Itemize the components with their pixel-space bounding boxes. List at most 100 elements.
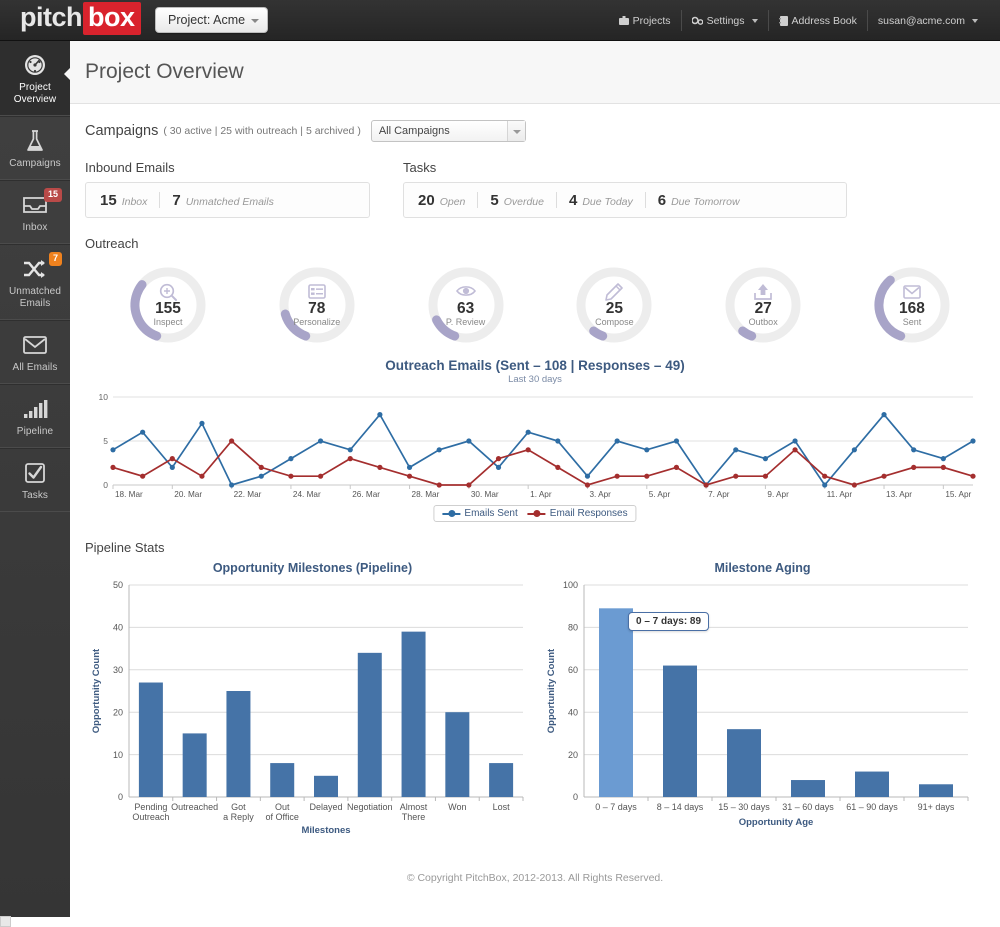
sidebar-item-pipeline[interactable]: Pipeline: [0, 384, 70, 448]
svg-text:10: 10: [113, 750, 123, 760]
stat-value: 15: [100, 191, 117, 209]
stat-due-today[interactable]: 4 Due Today: [569, 192, 633, 209]
donut-value: 63: [456, 300, 475, 317]
svg-text:40: 40: [113, 623, 123, 633]
pipeline-charts: Opportunity Milestones (Pipeline) 0 10 20 3…: [85, 561, 985, 850]
svg-text:28. Mar: 28. Mar: [412, 490, 440, 499]
sidebar-item-project-overview[interactable]: Project Overview: [0, 41, 71, 116]
svg-text:8 – 14 days: 8 – 14 days: [657, 802, 704, 812]
donut-label: Sent: [902, 317, 922, 327]
nav-user-account[interactable]: susan@acme.com: [866, 10, 988, 31]
donut-label: Personalize: [293, 317, 341, 327]
aging-chart-title: Milestone Aging: [714, 561, 811, 575]
chevron-down-icon: [251, 19, 260, 23]
stat-value: 5: [490, 191, 499, 209]
svg-text:Opportunity Count: Opportunity Count: [546, 648, 557, 733]
svg-text:a Reply: a Reply: [223, 812, 254, 822]
divider: [644, 192, 646, 208]
sidebar-item-unmatched-emails[interactable]: Unmatched Emails 7: [0, 244, 70, 320]
svg-text:31 – 60 days: 31 – 60 days: [782, 802, 834, 812]
list-icon: [307, 282, 327, 302]
svg-text:11. Apr: 11. Apr: [827, 490, 853, 499]
divider: [556, 192, 557, 208]
donut-value: 25: [605, 300, 624, 317]
svg-text:Outreach: Outreach: [132, 812, 169, 822]
project-selector-label: Project: Acme: [168, 13, 246, 27]
legend-email-responses: Email Responses: [527, 508, 628, 519]
stat-label: Open: [439, 195, 466, 208]
nav-projects[interactable]: Projects: [609, 10, 681, 31]
outreach-donut-outbox[interactable]: 27 Outbox: [720, 262, 806, 348]
line-chart-svg: 0 5 10 18. Mar 20. Mar 22. Mar 24. Mar 26. Mar 2…: [99, 392, 976, 499]
milestones-bar-chart-svg: 0 10 20 30 40 50 PendingOutreachOutreached Gota…: [91, 580, 524, 836]
chevron-down-icon: [972, 18, 978, 23]
brand-pitch: pitch: [20, 2, 83, 32]
chevron-down-icon: [506, 121, 525, 141]
outreach-donut-sent[interactable]: 168 Sent: [869, 262, 955, 348]
svg-text:Opportunity Age: Opportunity Age: [739, 817, 814, 828]
upload-icon: [753, 282, 773, 302]
divider: [159, 192, 161, 208]
legend-emails-sent: Emails Sent: [442, 508, 518, 519]
svg-text:Pending: Pending: [134, 802, 167, 812]
inbound-emails-box: 15 Inbox 7 Unmatched Emails: [85, 182, 370, 218]
svg-text:15. Apr: 15. Apr: [945, 490, 971, 499]
project-selector-button[interactable]: Project: Acme: [155, 7, 269, 33]
svg-text:30. Mar: 30. Mar: [471, 490, 499, 499]
stat-unmatched-emails[interactable]: 7 Unmatched Emails: [172, 192, 273, 209]
stat-open[interactable]: 20 Open: [418, 192, 465, 209]
legend-swatch: [527, 510, 546, 517]
campaign-filter-select[interactable]: All Campaigns: [370, 120, 526, 142]
svg-text:0: 0: [573, 792, 578, 802]
unmatched-emails-badge: 7: [48, 252, 62, 266]
outreach-line-chart: 0 5 10 18. Mar 20. Mar 22. Mar 24. Mar 26. Mar 2…: [85, 391, 985, 522]
nav-address-book-label: Address Book: [791, 14, 857, 27]
page-header: Project Overview: [70, 41, 1000, 104]
pipeline-stats-title: Pipeline Stats: [85, 540, 165, 555]
outreach-chart-title: Outreach Emails (Sent – 108 | Responses …: [385, 358, 685, 373]
stat-overdue[interactable]: 5 Overdue: [490, 192, 544, 209]
sidebar-item-label: Inbox: [22, 222, 48, 233]
stat-value: 7: [172, 191, 181, 209]
stat-value: 6: [657, 191, 667, 209]
stat-label: Unmatched Emails: [185, 195, 274, 208]
outreach-donut-p-review[interactable]: 63 P. Review: [423, 262, 509, 348]
svg-text:5. Apr: 5. Apr: [649, 490, 671, 499]
nav-settings[interactable]: Settings: [680, 10, 768, 31]
legend-label: Emails Sent: [464, 508, 518, 519]
stat-label: Overdue: [503, 195, 544, 208]
svg-text:100: 100: [563, 580, 578, 590]
outreach-donut-personalize[interactable]: 78 Personalize: [274, 262, 360, 348]
nav-projects-label: Projects: [632, 14, 671, 27]
briefcase-icon: [618, 16, 629, 25]
svg-text:Negotiation: Negotiation: [347, 802, 393, 812]
nav-address-book[interactable]: Address Book: [767, 10, 867, 31]
svg-text:Milestones: Milestones: [301, 825, 350, 836]
flask-icon: [2, 128, 68, 154]
sidebar-item-tasks[interactable]: Tasks: [0, 448, 70, 512]
donut-label: Outbox: [748, 317, 778, 327]
book-icon: [778, 15, 788, 26]
sidebar-item-all-emails[interactable]: All Emails: [0, 320, 70, 384]
sidebar-item-campaigns[interactable]: Campaigns: [0, 116, 70, 180]
svg-text:of Office: of Office: [266, 812, 299, 822]
svg-text:60: 60: [568, 665, 578, 675]
stat-inbox[interactable]: 15 Inbox: [100, 192, 147, 209]
svg-text:Won: Won: [448, 802, 466, 812]
outreach-title: Outreach: [85, 236, 139, 251]
donut-value: 27: [754, 300, 772, 317]
campaign-filter-value: All Campaigns: [378, 125, 450, 137]
stat-value: 4: [569, 191, 578, 209]
svg-text:Lost: Lost: [493, 802, 511, 812]
sidebar-item-inbox[interactable]: Inbox 15: [0, 180, 70, 244]
outreach-donut-compose[interactable]: 25 Compose: [571, 262, 657, 348]
stat-due-tomorrow[interactable]: 6 Due Tomorrow: [658, 192, 740, 209]
aging-bar-chart-svg: 0 20 40 60 80 100 0 – 7 days 8 – 14 days 15 – 30…: [546, 580, 969, 828]
campaigns-meta: ( 30 active | 25 with outreach | 5 archi…: [163, 125, 361, 137]
legend-label: Email Responses: [549, 508, 628, 519]
brand-logo[interactable]: pitch box: [20, 2, 141, 35]
svg-text:13. Apr: 13. Apr: [886, 490, 912, 499]
outreach-donut-inspect[interactable]: 155 Inspect: [125, 262, 211, 348]
donut-value: 78: [308, 300, 326, 317]
resize-corner: [0, 916, 11, 927]
